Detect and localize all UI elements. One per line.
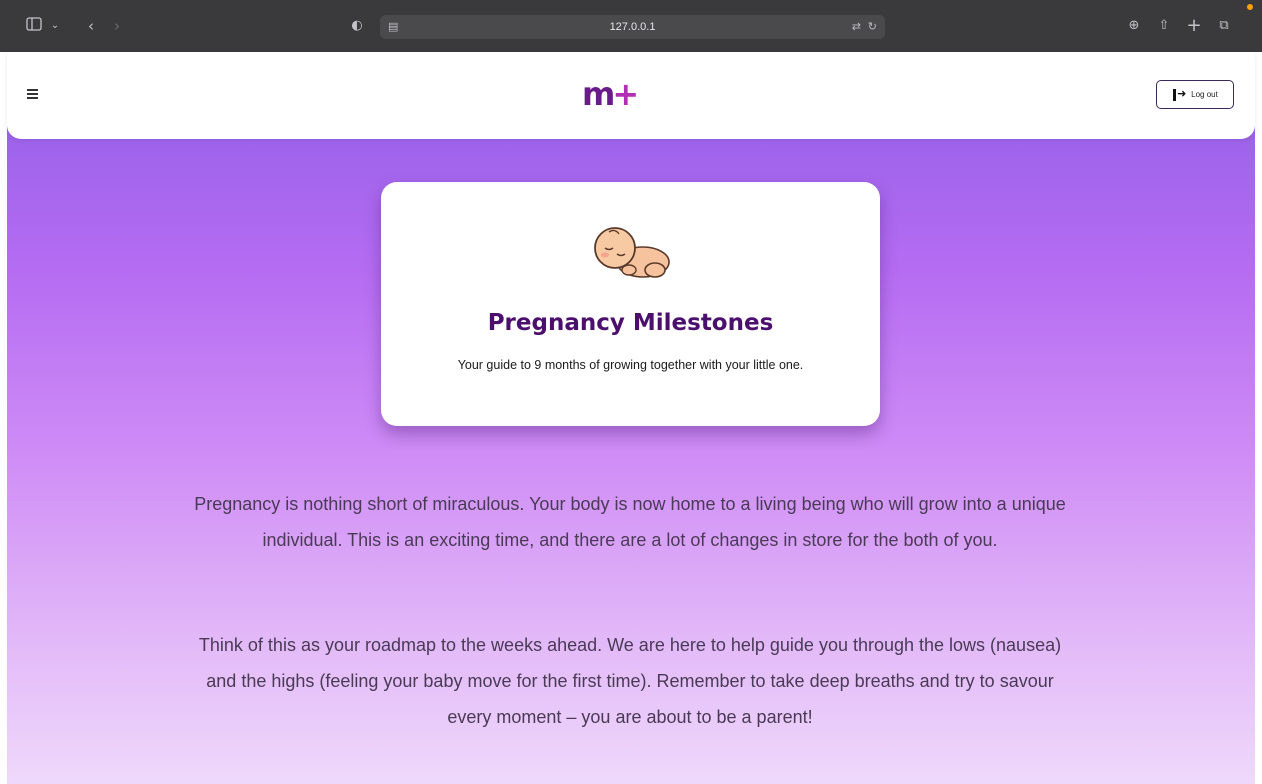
page-frame-left <box>0 52 7 784</box>
logo-letter: m <box>582 75 615 113</box>
page-content: m+ ➜ Log out Pregnancy Milestones Your g… <box>0 52 1262 784</box>
hero-card: Pregnancy Milestones Your guide to 9 mon… <box>381 182 880 426</box>
address-text: 127.0.0.1 <box>609 21 656 33</box>
page-title: Pregnancy Milestones <box>487 310 774 336</box>
download-icon[interactable]: ⊕ <box>1125 14 1143 38</box>
page-subtitle: Your guide to 9 months of growing togeth… <box>457 358 804 372</box>
hamburger-menu-button[interactable] <box>23 84 43 104</box>
intro-paragraph: Pregnancy is nothing short of miraculous… <box>194 494 1066 550</box>
logout-icon: ➜ <box>1172 88 1186 102</box>
tabs-icon[interactable]: ⧉ <box>1215 14 1233 38</box>
share-icon[interactable]: ⇧ <box>1155 14 1173 38</box>
address-bar[interactable]: ▤ 127.0.0.1 ↻ ⇄ <box>380 15 885 39</box>
translate-icon[interactable]: ⇄ <box>852 15 861 39</box>
chevron-down-icon[interactable]: ⌄ <box>48 14 62 38</box>
sleeping-baby-icon <box>589 222 673 282</box>
notification-dot <box>1247 4 1253 10</box>
logo-plus: + <box>612 75 639 113</box>
shield-icon[interactable]: ◐ <box>348 14 366 38</box>
page-frame-right <box>1255 52 1262 784</box>
back-icon[interactable]: ‹ <box>82 14 100 38</box>
app-logo[interactable]: m+ <box>582 74 662 114</box>
logout-label: Log out <box>1191 90 1218 99</box>
sidebar-icon[interactable] <box>24 14 44 38</box>
logout-button[interactable]: ➜ Log out <box>1156 80 1234 109</box>
roadmap-paragraph: Think of this as your roadmap to the wee… <box>198 635 1062 727</box>
reload-icon[interactable]: ↻ <box>868 15 877 39</box>
forward-icon[interactable]: › <box>108 14 126 38</box>
new-tab-icon[interactable]: + <box>1185 14 1203 38</box>
app-header: m+ ➜ Log out <box>7 52 1255 139</box>
browser-toolbar: ⌄ ‹ › ◐ ▤ 127.0.0.1 ↻ ⇄ ⊕ ⇧ + ⧉ <box>0 0 1262 52</box>
